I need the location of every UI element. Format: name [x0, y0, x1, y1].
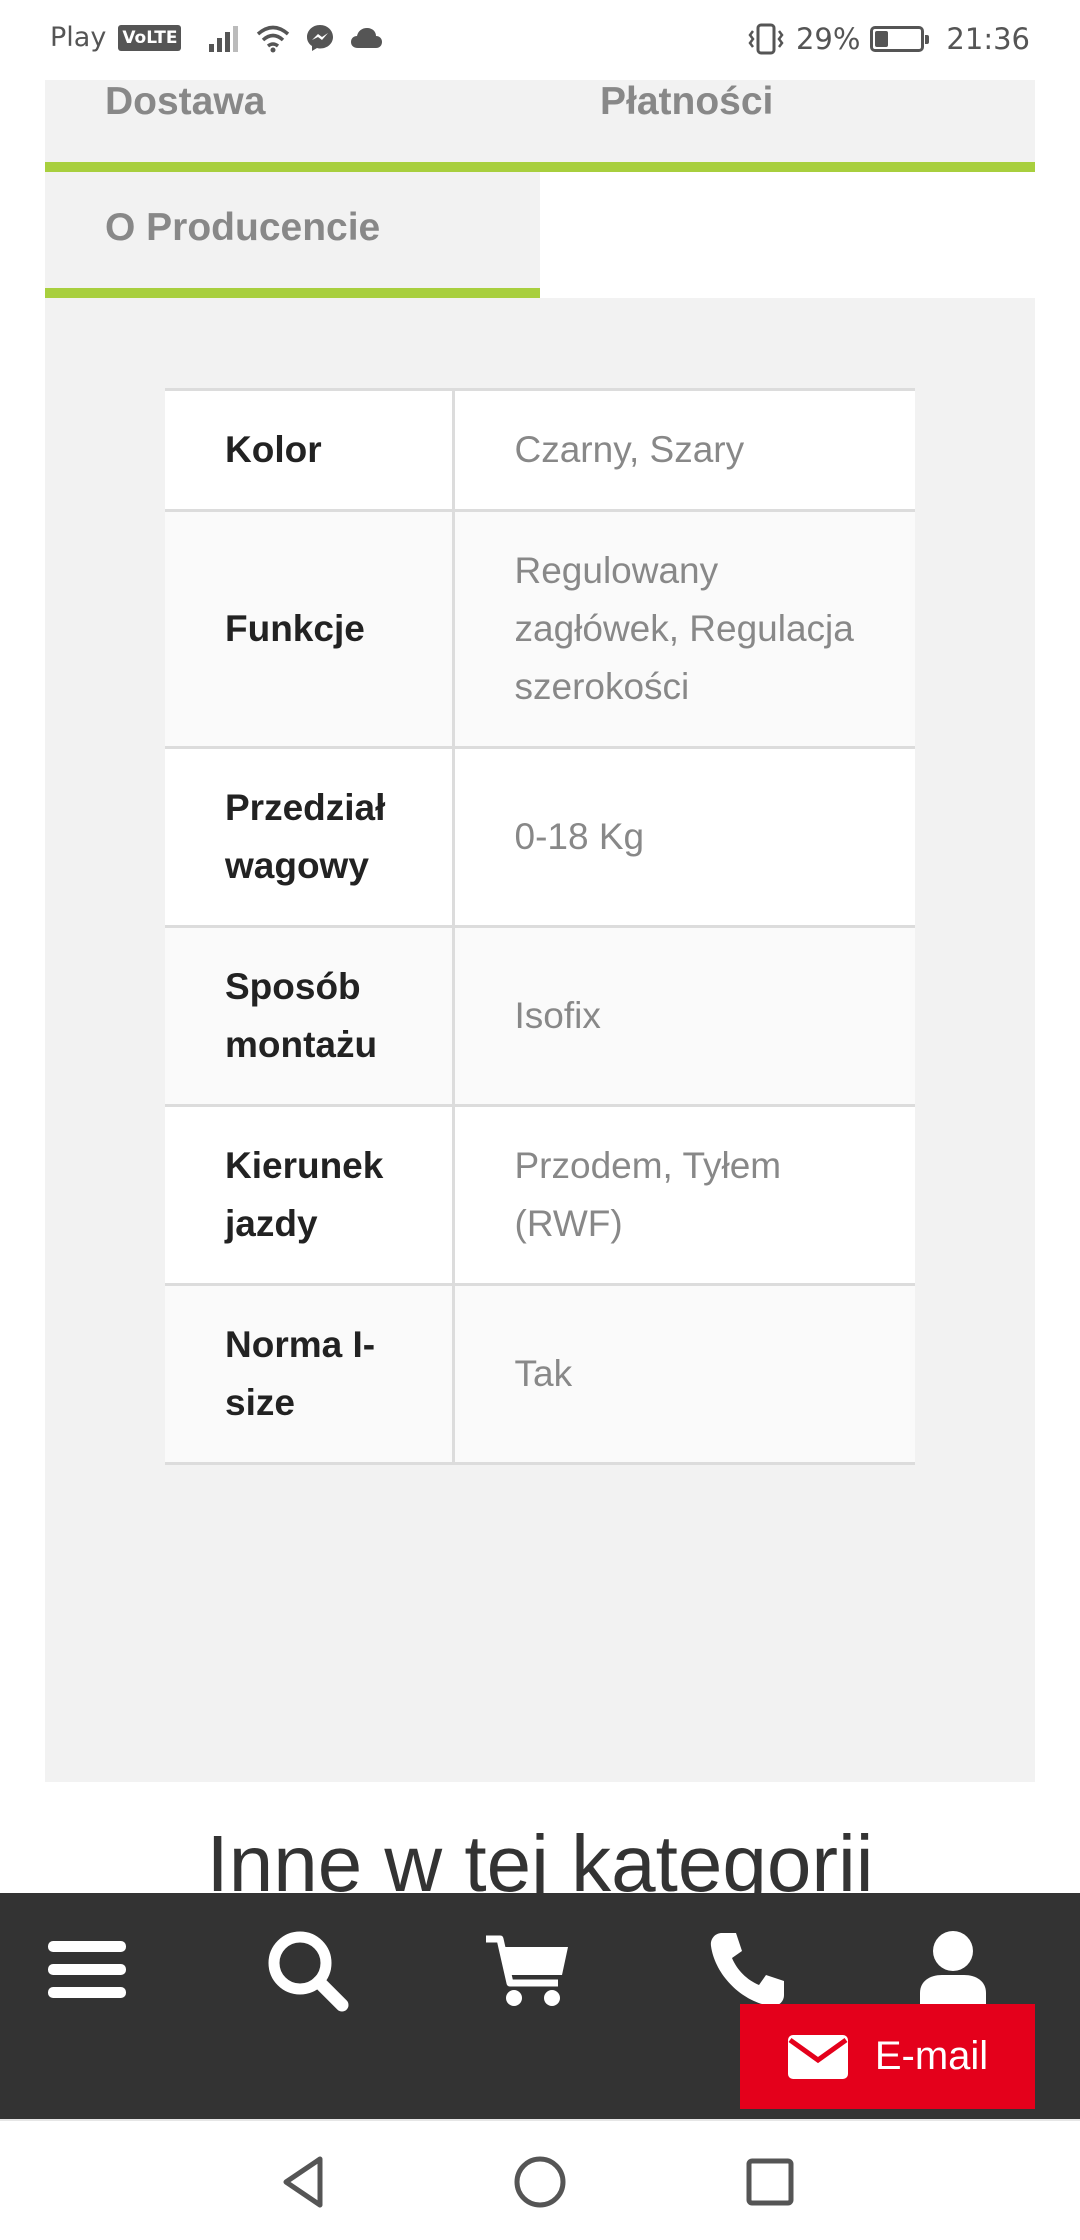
tab-producer-label: O Producencie — [105, 206, 381, 249]
volte-badge: VoLTE — [118, 24, 182, 51]
status-bar: Play VoLTE 29% 21:36 — [0, 0, 1080, 80]
messenger-icon — [307, 24, 334, 51]
phone-icon[interactable] — [702, 1925, 792, 2015]
vibrate-icon — [748, 23, 784, 55]
envelope-icon — [787, 2034, 848, 2079]
battery-percent: 29% — [795, 22, 861, 56]
email-label: E-mail — [874, 2034, 989, 2078]
battery-icon — [870, 26, 930, 52]
spec-value: 0-18 Kg — [453, 746, 915, 928]
recents-icon[interactable] — [735, 2147, 805, 2217]
system-nav-bar — [0, 2119, 1080, 2240]
spec-key: Przedział wagowy — [165, 746, 455, 928]
spec-key: Norma I-size — [165, 1283, 455, 1465]
carrier-label: Play — [50, 22, 107, 53]
table-row: Kolor Czarny, Szary — [165, 388, 915, 512]
tab-platnosci[interactable]: Płatności — [600, 80, 773, 124]
spec-key: Kolor — [165, 388, 455, 512]
table-row: Przedział wagowy 0-18 Kg — [165, 746, 915, 928]
email-button[interactable]: E-mail — [740, 2004, 1035, 2109]
user-icon[interactable] — [908, 1925, 998, 2015]
spec-key: Sposób montażu — [165, 925, 455, 1107]
spec-key: Kierunek jazdy — [165, 1104, 455, 1286]
clock: 21:36 — [946, 22, 1030, 56]
spec-value: Isofix — [453, 925, 915, 1107]
spec-value: Przodem, Tyłem (RWF) — [453, 1104, 915, 1286]
table-row: Kierunek jazdy Przodem, Tyłem (RWF) — [165, 1104, 915, 1286]
tab-producer[interactable]: O Producencie — [45, 172, 540, 298]
spec-value: Tak — [453, 1283, 915, 1465]
spec-value: Czarny, Szary — [453, 388, 915, 512]
table-row: Norma I-size Tak — [165, 1283, 915, 1465]
spec-key: Funkcje — [165, 509, 455, 749]
bottom-action-bar: E-mail — [0, 1893, 1080, 2119]
cart-icon[interactable] — [482, 1925, 572, 2015]
wifi-icon — [257, 25, 290, 52]
tab-row: Dostawa Płatności — [45, 80, 1035, 172]
cloud-icon — [351, 27, 383, 48]
signal-icon — [209, 25, 239, 52]
spec-value: Regulowany zagłówek, Regulacja szerokośc… — [453, 509, 915, 749]
tab-dostawa[interactable]: Dostawa — [105, 80, 265, 124]
battery-fill — [875, 31, 889, 47]
table-row: Funkcje Regulowany zagłówek, Regulacja s… — [165, 509, 915, 749]
specs-table: Kolor Czarny, Szary Funkcje Regulowany z… — [165, 388, 915, 1465]
search-icon[interactable] — [262, 1925, 352, 2015]
menu-icon[interactable] — [42, 1925, 132, 2015]
home-icon[interactable] — [505, 2147, 575, 2217]
specs-panel: Kolor Czarny, Szary Funkcje Regulowany z… — [45, 298, 1035, 1782]
back-icon[interactable] — [270, 2147, 340, 2217]
table-row: Sposób montażu Isofix — [165, 925, 915, 1107]
